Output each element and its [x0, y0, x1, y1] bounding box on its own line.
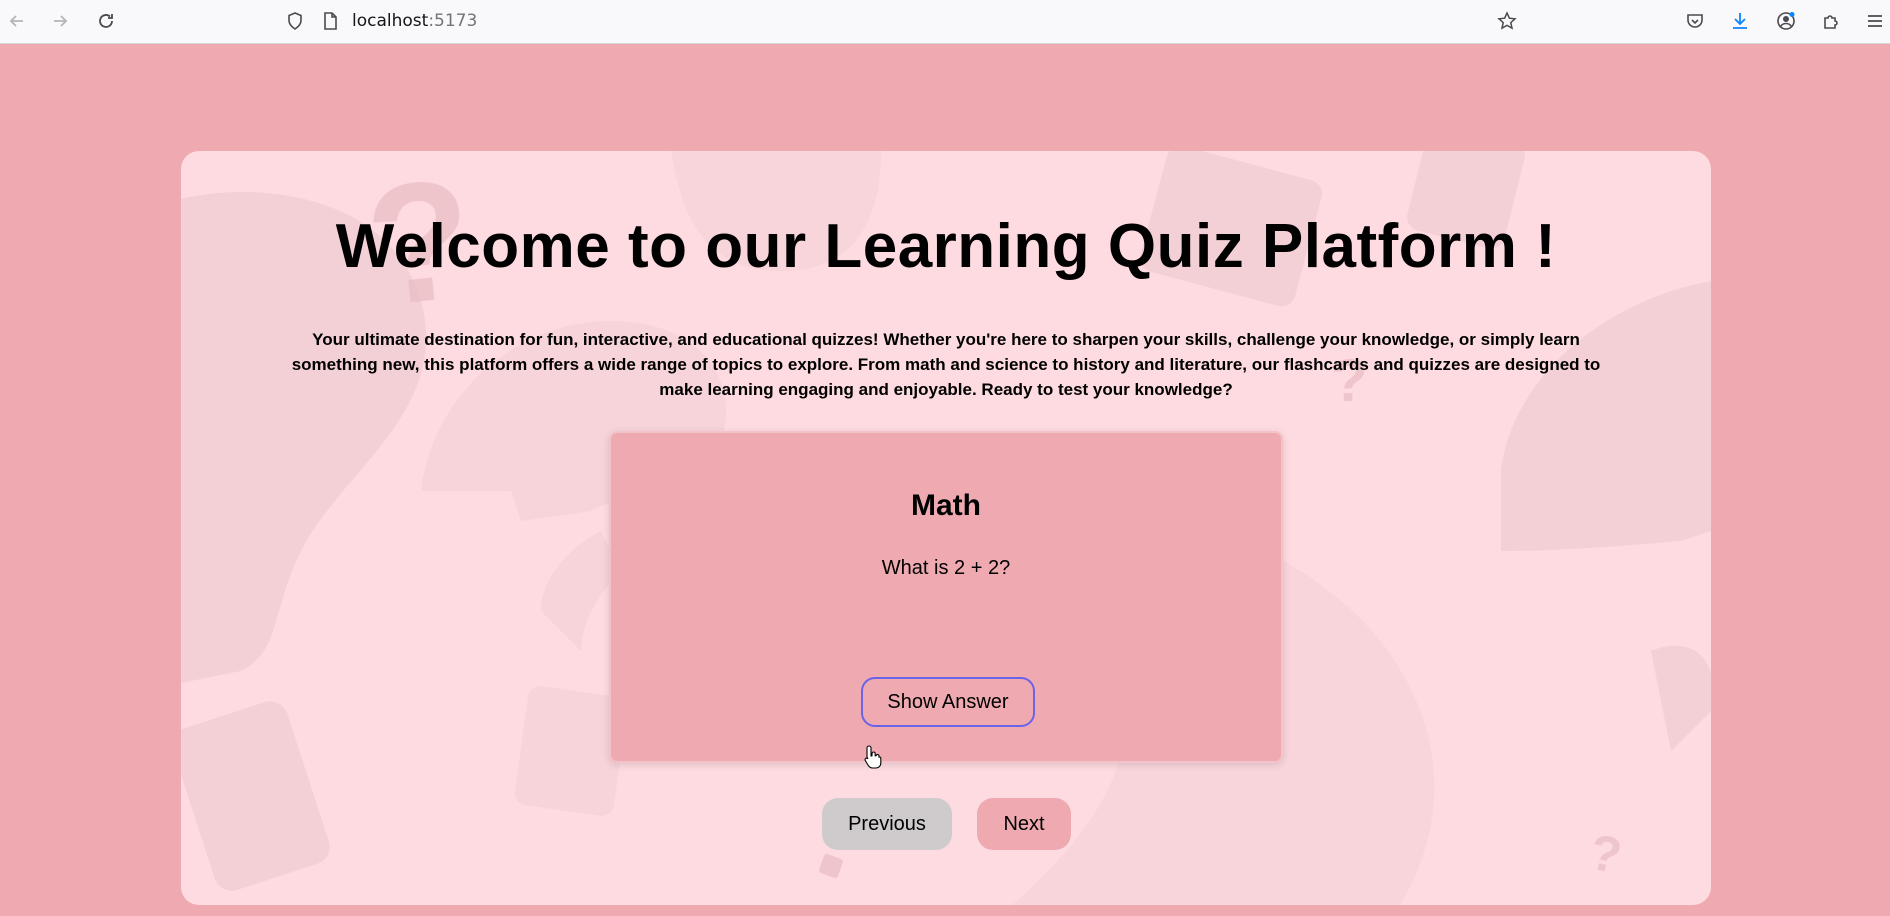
menu-icon[interactable] — [1860, 6, 1890, 36]
previous-button[interactable]: Previous — [822, 798, 952, 850]
star-icon[interactable] — [1492, 6, 1522, 36]
next-button[interactable]: Next — [977, 798, 1071, 850]
url-host: localhost — [352, 11, 429, 31]
welcome-panel: ? ? ? Welcome to our Learning Quiz Platf… — [181, 151, 1711, 905]
shield-icon[interactable] — [280, 6, 310, 36]
flashcard-question: What is 2 + 2? — [881, 557, 1011, 579]
extensions-icon[interactable] — [1816, 6, 1846, 36]
page-icon — [315, 6, 345, 36]
reload-icon[interactable] — [91, 6, 121, 36]
page-title: Welcome to our Learning Quiz Platform ! — [335, 212, 1557, 281]
flashcard-subject: Math — [911, 489, 981, 522]
account-icon[interactable] — [1771, 6, 1801, 36]
download-icon[interactable] — [1725, 6, 1755, 36]
url-port: :5173 — [428, 11, 478, 31]
browser-toolbar: localhost:5173 — [0, 0, 1890, 44]
pocket-icon[interactable] — [1680, 6, 1710, 36]
svg-text:?: ? — [1585, 823, 1627, 884]
page-viewport: ? ? ? Welcome to our Learning Quiz Platf… — [0, 44, 1890, 916]
url-bar[interactable]: localhost:5173 — [352, 11, 477, 31]
back-arrow-icon[interactable] — [2, 6, 32, 36]
intro-paragraph: Your ultimate destination for fun, inter… — [291, 330, 1601, 399]
hand-cursor-icon — [864, 745, 882, 769]
forward-arrow-icon[interactable] — [45, 6, 75, 36]
flashcard: Math What is 2 + 2? Show Answer — [609, 431, 1283, 763]
show-answer-button[interactable]: Show Answer — [861, 677, 1035, 727]
